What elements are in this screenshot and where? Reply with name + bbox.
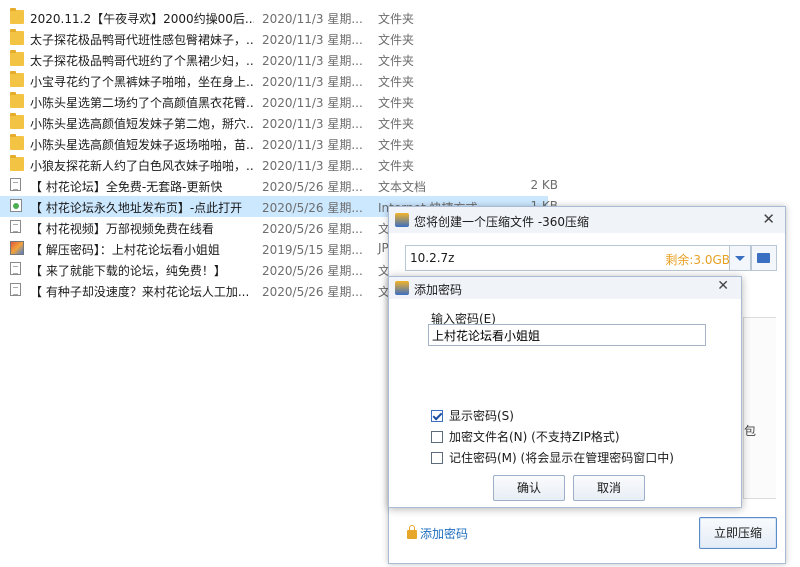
close-icon[interactable]: ✕	[762, 210, 775, 228]
app-360-icon	[395, 213, 409, 227]
archive-path: 10.2.7z	[410, 251, 455, 265]
file-name: 小陈头星选高颜值短发妹子返场啪啪，苗...	[30, 138, 254, 152]
app-360-icon	[395, 281, 409, 295]
text-file-icon	[10, 262, 21, 275]
file-type: 文件夹	[378, 33, 415, 47]
file-type: 文本文档	[378, 180, 427, 194]
encrypt-filenames-label: 加密文件名(N) (不支持ZIP格式)	[449, 430, 620, 444]
file-name: 【 解压密码】：上村花论坛看小姐姐	[30, 243, 220, 257]
text-file-icon	[10, 220, 21, 233]
text-file-icon	[10, 283, 21, 296]
file-name: 小狼友探花新人约了白色风衣妹子啪啪，...	[30, 159, 254, 173]
file-date: 2020/11/3 星期...	[262, 159, 363, 173]
remember-password-label: 记住密码(M) (将会显示在管理密码窗口中)	[449, 451, 674, 465]
file-type: 文件夹	[378, 12, 415, 26]
file-name: 【 村花论坛永久地址发布页】-点此打开	[30, 201, 243, 215]
file-row[interactable]: 2020.11.2【午夜寻欢】2000约操00后... 2020/11/3 星期.…	[0, 7, 800, 28]
file-row[interactable]: 小陈头星选高颜值短发妹子第二炮，掰穴... 2020/11/3 星期... 文件夹	[0, 112, 800, 133]
folder-icon	[10, 8, 24, 24]
file-row[interactable]: 小宝寻花约了个黑裤妹子啪啪，坐在身上... 2020/11/3 星期... 文件夹	[0, 70, 800, 91]
file-name: 【 来了就能下载的论坛，纯免费！】	[30, 264, 226, 278]
file-name: 【 村花视频】万部视频免费在线看	[30, 222, 214, 236]
options-panel: 包	[743, 317, 776, 499]
file-type: 文件夹	[378, 54, 415, 68]
chevron-down-icon[interactable]	[729, 245, 751, 271]
image-file-icon	[10, 241, 24, 255]
file-date: 2019/5/15 星期...	[262, 243, 363, 257]
file-type: 文件夹	[378, 96, 415, 110]
folder-icon	[10, 29, 24, 45]
compress-window-title: 您将创建一个压缩文件 -360压缩	[414, 215, 590, 229]
folder-icon	[10, 50, 24, 66]
file-type: 文件夹	[378, 75, 415, 89]
panel-text-fragment: 包	[744, 424, 757, 438]
file-name: 太子探花极品鸭哥代班性感包臀裙妹子，...	[30, 33, 254, 47]
file-name: 【 村花论坛】全免费-无套路-更新快	[30, 180, 223, 194]
file-date: 2020/11/3 星期...	[262, 12, 363, 26]
file-date: 2020/5/26 星期...	[262, 201, 363, 215]
add-password-label: 添加密码	[420, 527, 469, 541]
folder-icon	[10, 71, 24, 87]
file-date: 2020/11/3 星期...	[262, 138, 363, 152]
lock-icon	[407, 525, 417, 539]
file-date: 2020/5/26 星期...	[262, 222, 363, 236]
file-type: 文件夹	[378, 117, 415, 131]
free-space-label: 剩余:3.0GB	[665, 253, 730, 267]
show-password-label: 显示密码(S)	[449, 409, 514, 423]
folder-icon	[10, 92, 24, 108]
file-date: 2020/11/3 星期...	[262, 54, 363, 68]
close-icon[interactable]: ✕	[717, 278, 729, 294]
cancel-button[interactable]: 取消	[573, 475, 645, 501]
add-password-link[interactable]: 添加密码	[407, 525, 468, 542]
password-dialog: 添加密码 ✕ 输入密码(E) 显示密码(S) 加密文件名(N) (不支持ZIP格…	[388, 276, 742, 508]
password-dialog-titlebar[interactable]: 添加密码 ✕	[389, 277, 741, 299]
file-size: 2 KB	[530, 178, 558, 192]
remember-password-option[interactable]: 记住密码(M) (将会显示在管理密码窗口中)	[431, 449, 674, 466]
file-name: 小陈头星选高颜值短发妹子第二炮，掰穴...	[30, 117, 254, 131]
show-password-checkbox[interactable]	[431, 410, 443, 422]
compress-now-button[interactable]: 立即压缩	[699, 517, 777, 549]
file-name: 【 有种子却没速度？来村花论坛人工加...	[30, 285, 250, 299]
file-date: 2020/5/26 星期...	[262, 180, 363, 194]
password-dialog-title: 添加密码	[414, 283, 463, 297]
remember-password-checkbox[interactable]	[431, 452, 443, 464]
file-type: 文件夹	[378, 159, 415, 173]
file-row[interactable]: 小陈头星选高颜值短发妹子返场啪啪，苗... 2020/11/3 星期... 文件夹	[0, 133, 800, 154]
folder-icon	[10, 134, 24, 150]
folder-icon	[10, 113, 24, 129]
file-date: 2020/11/3 星期...	[262, 75, 363, 89]
file-row[interactable]: 小狼友探花新人约了白色风衣妹子啪啪，... 2020/11/3 星期... 文件夹	[0, 154, 800, 175]
folder-icon	[10, 155, 24, 171]
internet-shortcut-icon	[10, 199, 22, 212]
text-file-icon	[10, 178, 21, 191]
file-date: 2020/11/3 星期...	[262, 96, 363, 110]
file-date: 2020/5/26 星期...	[262, 285, 363, 299]
password-input[interactable]	[428, 324, 706, 346]
file-name: 小宝寻花约了个黑裤妹子啪啪，坐在身上...	[30, 75, 254, 89]
ok-button[interactable]: 确认	[493, 475, 565, 501]
file-row[interactable]: 小陈头星选第二场约了个高颜值黑衣花臂... 2020/11/3 星期... 文件夹	[0, 91, 800, 112]
file-name: 小陈头星选第二场约了个高颜值黑衣花臂...	[30, 96, 254, 110]
file-row[interactable]: 太子探花极品鸭哥代班性感包臀裙妹子，... 2020/11/3 星期... 文件夹	[0, 28, 800, 49]
file-row[interactable]: 太子探花极品鸭哥代班约了个黑裙少妇，... 2020/11/3 星期... 文件夹	[0, 49, 800, 70]
file-type: 文件夹	[378, 138, 415, 152]
show-password-option[interactable]: 显示密码(S)	[431, 407, 514, 424]
file-date: 2020/5/26 星期...	[262, 264, 363, 278]
file-date: 2020/11/3 星期...	[262, 117, 363, 131]
file-row[interactable]: 【 村花论坛】全免费-无套路-更新快 2020/5/26 星期... 文本文档 2 K…	[0, 175, 800, 196]
file-name: 2020.11.2【午夜寻欢】2000约操00后...	[30, 12, 254, 26]
browse-folder-icon[interactable]	[751, 245, 777, 271]
file-date: 2020/11/3 星期...	[262, 33, 363, 47]
archive-path-field[interactable]: 10.2.7z 剩余:3.0GB	[405, 245, 737, 271]
compress-window-titlebar[interactable]: 您将创建一个压缩文件 -360压缩 ✕	[389, 207, 785, 233]
encrypt-filenames-option[interactable]: 加密文件名(N) (不支持ZIP格式)	[431, 428, 620, 445]
file-name: 太子探花极品鸭哥代班约了个黑裙少妇，...	[30, 54, 254, 68]
encrypt-filenames-checkbox[interactable]	[431, 431, 443, 443]
